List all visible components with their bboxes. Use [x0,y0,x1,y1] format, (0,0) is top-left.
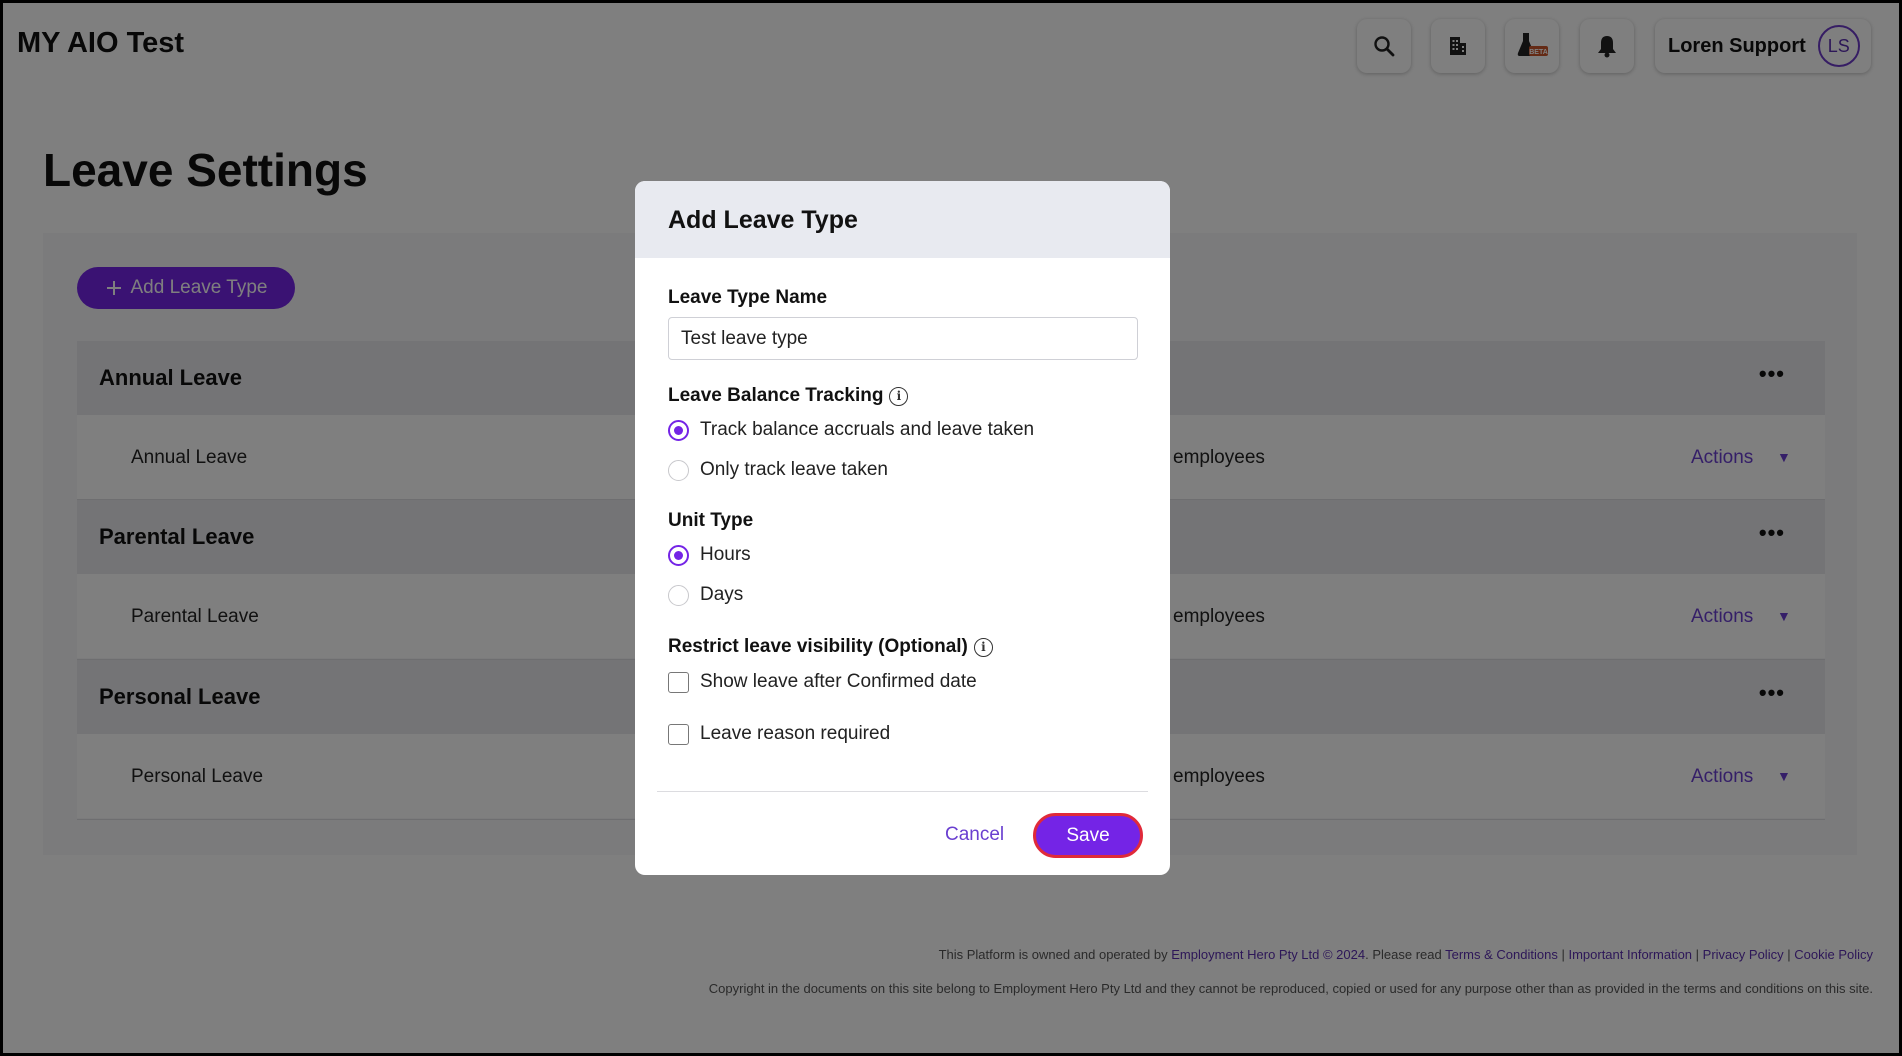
label-text: Leave Balance Tracking [668,385,884,406]
radio-label: Hours [700,544,751,565]
radio-track-accruals[interactable]: Track balance accruals and leave taken [668,419,1034,441]
checkbox[interactable] [668,671,689,693]
save-button[interactable]: Save [1033,813,1143,858]
info-icon[interactable]: i [973,637,993,657]
leave-balance-tracking-label: Leave Balance Tracking i [668,385,909,407]
radio-button[interactable] [668,584,689,606]
checkbox-reason-required[interactable]: Leave reason required [668,723,890,745]
dialog-divider [657,791,1148,792]
add-leave-type-dialog: Add Leave Type Leave Type Name Leave Bal… [635,181,1170,875]
dialog-header: Add Leave Type [635,181,1170,258]
dialog-title: Add Leave Type [668,206,858,234]
radio-track-leave-taken[interactable]: Only track leave taken [668,459,888,481]
radio-label: Only track leave taken [700,459,888,480]
checkbox[interactable] [668,723,689,745]
label-text: Unit Type [668,510,754,531]
cancel-button[interactable]: Cancel [945,824,1004,846]
radio-label: Days [700,584,744,605]
unit-type-label: Unit Type [668,510,753,532]
leave-type-name-label: Leave Type Name [668,287,827,309]
checkbox-label: Show leave after Confirmed date [700,671,977,692]
label-text: Restrict leave visibility (Optional) [668,636,968,657]
leave-type-name-input[interactable] [668,317,1138,360]
checkbox-show-after-confirmed[interactable]: Show leave after Confirmed date [668,671,977,693]
radio-button-checked[interactable] [668,544,689,566]
app-window: MY AIO Test BETA [3,3,1899,1053]
checkbox-label: Leave reason required [700,723,891,744]
radio-button-checked[interactable] [668,419,689,441]
radio-days[interactable]: Days [668,584,743,606]
radio-button[interactable] [668,459,689,481]
radio-label: Track balance accruals and leave taken [700,419,1035,440]
radio-hours[interactable]: Hours [668,544,751,566]
label-text: Leave Type Name [668,287,828,308]
info-icon[interactable]: i [889,386,909,406]
restrict-visibility-label: Restrict leave visibility (Optional) i [668,636,993,658]
